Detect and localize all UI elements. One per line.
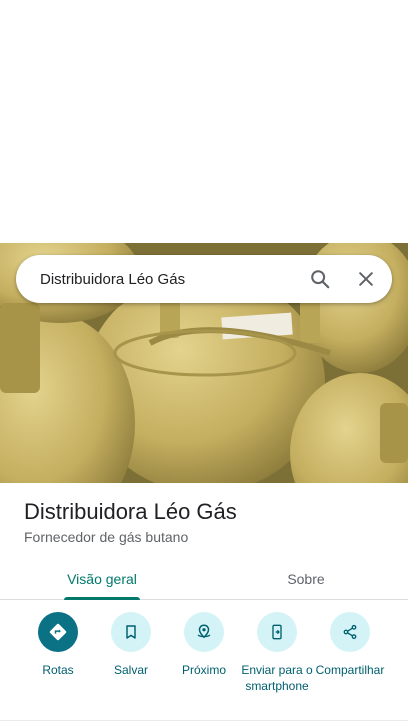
search-input[interactable] xyxy=(16,255,300,303)
share-icon xyxy=(343,624,357,640)
bookmark-icon xyxy=(126,625,136,639)
tab-bar: Visão geral Sobre xyxy=(0,558,408,600)
place-category: Fornecedor de gás butano xyxy=(24,529,189,545)
nearby-label: Próximo xyxy=(181,663,226,677)
save-button[interactable]: Salvar xyxy=(93,612,169,678)
action-row: Rotas Salvar Próximo Enviar para o smart… xyxy=(0,612,408,716)
directions-button[interactable]: Rotas xyxy=(20,612,96,678)
send-to-phone-label: Enviar para o smartphone xyxy=(241,663,313,693)
send-to-phone-icon xyxy=(272,624,282,640)
share-label: Compartilhar xyxy=(315,663,385,677)
map-area[interactable] xyxy=(0,0,408,243)
nearby-button[interactable]: Próximo xyxy=(166,612,242,678)
nearby-icon xyxy=(197,624,211,639)
search-button[interactable] xyxy=(300,259,340,299)
tab-overview[interactable]: Visão geral xyxy=(0,558,204,599)
search-bar xyxy=(16,255,392,303)
directions-icon xyxy=(49,623,67,641)
close-icon xyxy=(359,272,373,286)
send-to-phone-button[interactable]: Enviar para o smartphone xyxy=(239,612,315,694)
directions-label: Rotas xyxy=(42,663,74,677)
save-label: Salvar xyxy=(113,663,148,677)
share-button[interactable]: Compartilhar xyxy=(312,612,388,678)
tab-about[interactable]: Sobre xyxy=(204,558,408,599)
divider xyxy=(0,720,408,721)
clear-button[interactable] xyxy=(346,259,386,299)
search-icon xyxy=(311,270,330,289)
place-title: Distribuidora Léo Gás xyxy=(24,499,237,524)
